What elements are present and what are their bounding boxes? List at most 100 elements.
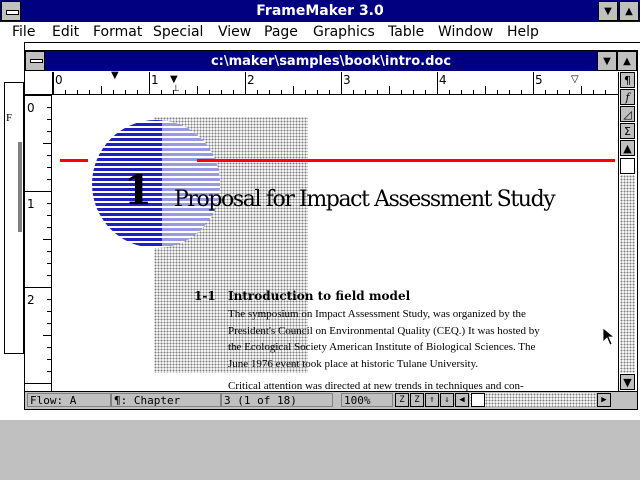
ruler-tick — [329, 90, 330, 94]
section-title: Introduction to field model — [228, 289, 411, 303]
document-titlebar[interactable]: c:\maker\samples\book\intro.doc ▼ ▲ — [25, 51, 637, 71]
ruler-tick — [113, 90, 114, 94]
triangle-icon[interactable]: ◿ — [620, 106, 635, 122]
ruler-tick — [47, 311, 51, 312]
vertical-scroll-thumb[interactable] — [620, 158, 635, 174]
ruler-tick — [25, 383, 51, 384]
scroll-up-button[interactable]: ▲ — [620, 140, 635, 156]
ruler-tick — [25, 287, 51, 288]
ruler-tick — [377, 90, 378, 94]
paragraph-icon[interactable]: ¶ — [620, 72, 635, 88]
ruler-label: 0 — [55, 73, 63, 87]
app-title: FrameMaker 3.0 — [256, 3, 384, 19]
ruler-tick — [47, 227, 51, 228]
ruler-tick — [281, 90, 282, 94]
ruler-tick — [47, 119, 51, 120]
ruler-tick — [221, 90, 222, 94]
zoom-in-button[interactable]: Z — [395, 393, 409, 407]
menu-special[interactable]: Special — [153, 24, 203, 40]
zoom-out-button[interactable]: Z — [410, 393, 424, 407]
ruler-tick — [137, 90, 138, 94]
paragraph-line: President's Council on Environmental Qua… — [228, 324, 540, 337]
ruler-tick — [425, 90, 426, 94]
background-window-edge: F — [0, 42, 25, 410]
ruler-tick — [269, 90, 270, 94]
document-window: c:\maker\samples\book\intro.doc ▼ ▲ 0 1 … — [24, 50, 638, 410]
menu-graphics[interactable]: Graphics — [313, 24, 375, 40]
document-title: c:\maker\samples\book\intro.doc — [210, 54, 452, 69]
page-indicator[interactable]: 3 (1 of 18) — [221, 393, 333, 407]
tab-stop-icon[interactable]: ▼ — [111, 70, 119, 81]
scroll-left-button[interactable]: ◀ — [455, 393, 469, 407]
minimize-button[interactable]: ▼ — [598, 1, 618, 21]
ruler-tick — [47, 263, 51, 264]
ruler-tick — [161, 90, 162, 94]
vruler-label: 0 — [27, 101, 35, 115]
ruler-tick — [47, 179, 51, 180]
ruler-tick — [101, 86, 102, 94]
ruler-tick — [353, 90, 354, 94]
ruler-tick — [593, 90, 594, 94]
body-paragraph-partial: Critical attention was directed at new t… — [228, 380, 524, 391]
ruler-tick — [47, 323, 51, 324]
page-up-button[interactable]: ⇑ — [425, 393, 439, 407]
left-margin-icon[interactable]: ⊥ — [172, 84, 180, 94]
ruler-tick — [47, 275, 51, 276]
ruler-tick — [43, 335, 51, 336]
ruler-tick — [521, 90, 522, 94]
body-paragraph: The symposium on Impact Assessment Study… — [228, 306, 608, 372]
menu-page[interactable]: Page — [264, 24, 298, 40]
ruler-tick — [47, 347, 51, 348]
menu-view[interactable]: View — [218, 24, 251, 40]
doc-maximize-button[interactable]: ▲ — [617, 51, 637, 71]
ruler-tick — [197, 86, 198, 94]
menu-window[interactable]: Window — [438, 24, 493, 40]
ruler-tick — [245, 72, 246, 94]
ruler-tick — [581, 86, 582, 94]
ruler-tick — [125, 90, 126, 94]
menu-format[interactable]: Format — [93, 24, 142, 40]
ruler-tick — [185, 90, 186, 94]
horizontal-ruler: 0 1 2 3 4 5 ▼ ▼ ⊥ ▽ — [53, 70, 619, 95]
ruler-label: 5 — [535, 73, 543, 87]
menu-file[interactable]: File — [12, 24, 35, 40]
ruler-tick — [401, 90, 402, 94]
sigma-icon[interactable]: Σ — [620, 123, 635, 139]
red-rule-line — [197, 159, 615, 162]
ruler-tick — [47, 371, 51, 372]
right-indent-icon[interactable]: ▽ — [571, 74, 579, 85]
app-titlebar[interactable]: FrameMaker 3.0 ▼ ▲ — [0, 0, 640, 23]
scroll-down-button[interactable]: ▼ — [620, 374, 635, 390]
ruler-tick — [89, 90, 90, 94]
framemaker-window: FrameMaker 3.0 ▼ ▲ File Edit Format Spec… — [0, 0, 640, 420]
ruler-tick — [65, 90, 66, 94]
menu-edit[interactable]: Edit — [52, 24, 79, 40]
menu-table[interactable]: Table — [388, 24, 424, 40]
maximize-button[interactable]: ▲ — [619, 1, 639, 21]
ruler-tick — [317, 90, 318, 94]
ruler-tick — [461, 90, 462, 94]
menu-help[interactable]: Help — [507, 24, 539, 40]
zoom-level[interactable]: 100% — [341, 393, 393, 407]
ruler-tick — [449, 90, 450, 94]
vertical-scroll-track[interactable] — [620, 175, 635, 373]
ruler-tick — [485, 86, 486, 94]
horizontal-scroll-thumb[interactable] — [471, 393, 485, 407]
paragraph-tag-indicator[interactable]: ¶: Chapter — [111, 393, 221, 407]
document-canvas[interactable]: 1 Proposal for Impact Assessment Study 1… — [52, 95, 620, 391]
ruler-tick — [47, 131, 51, 132]
function-icon[interactable]: f — [620, 89, 635, 105]
ruler-tick — [53, 72, 54, 94]
scroll-right-button[interactable]: ▶ — [597, 393, 611, 407]
horizontal-scroll-track[interactable] — [470, 393, 596, 407]
page-down-button[interactable]: ⇓ — [440, 393, 454, 407]
ruler-tick — [365, 90, 366, 94]
ruler-tick — [413, 90, 414, 94]
doc-minimize-button[interactable]: ▼ — [597, 51, 617, 71]
desktop-background — [0, 420, 640, 480]
ruler-tick — [257, 90, 258, 94]
ruler-tick — [47, 251, 51, 252]
right-toolbar: ¶ f ◿ Σ ▲ ▼ — [618, 72, 637, 392]
red-rule-left — [60, 159, 88, 162]
ruler-tick — [605, 90, 606, 94]
